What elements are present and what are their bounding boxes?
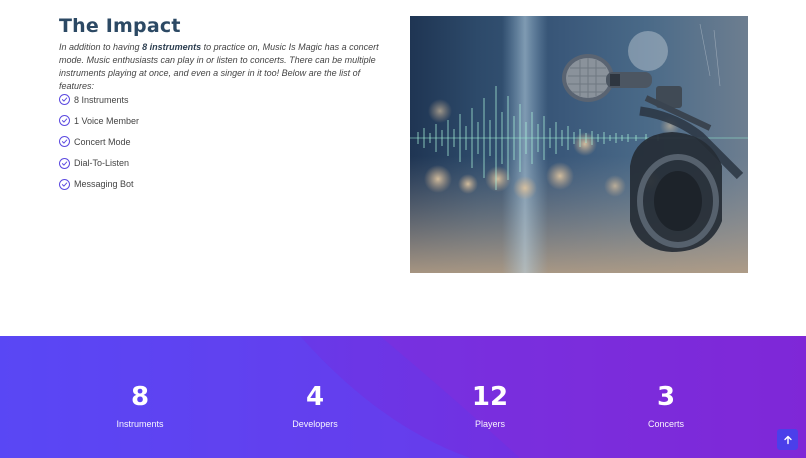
intro-paragraph: In addition to having 8 instruments to p… bbox=[59, 41, 394, 93]
stat-label: Players bbox=[474, 419, 505, 429]
arrow-up-icon bbox=[783, 435, 792, 444]
feature-item: 8 Instruments bbox=[59, 89, 139, 110]
section-title: The Impact bbox=[59, 15, 181, 37]
stat-value: 12 bbox=[471, 382, 509, 412]
feature-list: 8 Instruments 1 Voice Member Concert Mod… bbox=[59, 89, 139, 195]
stat-instruments: 8 Instruments bbox=[65, 378, 215, 430]
feature-label: Dial-To-Listen bbox=[74, 158, 130, 169]
impact-section: The Impact In addition to having 8 instr… bbox=[0, 0, 806, 336]
back-to-top-button[interactable] bbox=[777, 429, 798, 450]
feature-label: 1 Voice Member bbox=[74, 115, 140, 126]
stats-banner: 8 Instruments 4 Developers 12 Players 3 … bbox=[0, 336, 806, 458]
stat-label: Concerts bbox=[647, 419, 684, 429]
stat-label: Developers bbox=[292, 419, 338, 429]
microphone-photo bbox=[410, 16, 748, 273]
stat-value: 3 bbox=[656, 382, 676, 412]
stat-players: 12 Players bbox=[415, 378, 565, 430]
stat-value: 8 bbox=[130, 382, 150, 412]
check-circle-icon bbox=[59, 94, 70, 106]
feature-label: Concert Mode bbox=[74, 136, 131, 147]
feature-item: Concert Mode bbox=[59, 131, 139, 152]
intro-text-start: In addition to having bbox=[59, 42, 143, 52]
feature-label: Messaging Bot bbox=[74, 179, 134, 190]
stat-developers: 4 Developers bbox=[240, 378, 390, 430]
intro-highlight: 8 instruments bbox=[142, 42, 202, 52]
stat-value: 4 bbox=[305, 382, 325, 412]
feature-item: Dial-To-Listen bbox=[59, 153, 139, 174]
check-circle-icon bbox=[59, 178, 70, 190]
feature-label: 8 Instruments bbox=[74, 94, 129, 105]
stat-label: Instruments bbox=[116, 419, 164, 429]
check-circle-icon bbox=[59, 157, 70, 169]
check-circle-icon bbox=[59, 136, 70, 148]
stat-concerts: 3 Concerts bbox=[591, 378, 741, 430]
check-circle-icon bbox=[59, 115, 70, 127]
feature-item: Messaging Bot bbox=[59, 174, 139, 195]
feature-item: 1 Voice Member bbox=[59, 110, 139, 131]
